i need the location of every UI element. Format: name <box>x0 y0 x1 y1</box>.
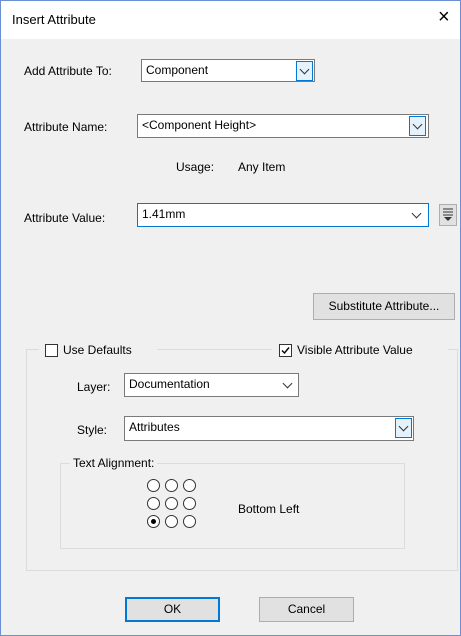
add-attribute-to-select[interactable]: Component <box>141 59 315 82</box>
list-options-icon <box>443 208 453 221</box>
checkmark-icon <box>281 347 290 355</box>
chevron-down-icon <box>412 119 423 130</box>
alignment-radio-middle-left[interactable] <box>147 497 160 510</box>
add-attribute-to-label: Add Attribute To: <box>24 64 112 78</box>
alignment-radio-middle-center[interactable] <box>165 497 178 510</box>
title-bar: Insert Attribute × <box>1 1 460 39</box>
text-alignment-legend-bg: Text Alignment: <box>70 456 158 472</box>
attribute-value-options-button[interactable] <box>439 204 457 226</box>
alignment-radio-bottom-left[interactable] <box>147 515 160 528</box>
alignment-radio-top-left[interactable] <box>147 479 160 492</box>
layer-select[interactable]: Documentation <box>124 373 299 397</box>
dialog-title: Insert Attribute <box>12 12 96 27</box>
substitute-attribute-button[interactable]: Substitute Attribute... <box>313 293 455 320</box>
alignment-radio-bottom-center[interactable] <box>165 515 178 528</box>
ok-button[interactable]: OK <box>125 597 220 622</box>
alignment-radio-top-right[interactable] <box>183 479 196 492</box>
chevron-down-icon[interactable] <box>411 208 422 219</box>
radio-selected-dot <box>151 519 156 524</box>
cancel-button[interactable]: Cancel <box>259 597 354 622</box>
chevron-down-icon <box>282 378 293 389</box>
text-alignment-group <box>60 463 405 549</box>
layer-label: Layer: <box>77 380 111 394</box>
layer-value: Documentation <box>129 377 210 391</box>
chevron-down-icon <box>398 421 409 432</box>
attribute-name-dropdown-button[interactable] <box>409 116 426 136</box>
add-attribute-to-value: Component <box>146 63 209 77</box>
usage-value: Any Item <box>238 160 286 174</box>
alignment-radio-middle-right[interactable] <box>183 497 196 510</box>
style-select[interactable]: Attributes <box>124 416 414 441</box>
insert-attribute-dialog: Insert Attribute × Add Attribute To: Com… <box>0 0 461 636</box>
chevron-down-icon <box>299 64 310 75</box>
style-dropdown-button[interactable] <box>395 418 412 438</box>
attribute-name-value: <Component Height> <box>142 118 257 132</box>
add-attribute-to-label-text: Add Attribute To: <box>24 64 112 78</box>
style-value: Attributes <box>129 420 180 434</box>
alignment-radio-top-center[interactable] <box>165 479 178 492</box>
use-defaults-checkbox[interactable] <box>45 344 58 357</box>
use-defaults-label: Use Defaults <box>63 343 132 357</box>
visible-attribute-value-checkbox[interactable] <box>279 344 292 357</box>
attribute-value-combo[interactable]: 1.41mm <box>137 203 429 227</box>
style-label: Style: <box>77 423 108 437</box>
attribute-value-label: Attribute Value: <box>24 211 106 225</box>
attribute-name-label: Attribute Name: <box>24 120 108 134</box>
text-alignment-selected-label: Bottom Left <box>238 502 300 516</box>
text-alignment-legend: Text Alignment: <box>73 456 155 470</box>
alignment-radio-bottom-right[interactable] <box>183 515 196 528</box>
usage-label: Usage: <box>176 160 215 174</box>
close-icon[interactable]: × <box>438 7 450 27</box>
attribute-value-value: 1.41mm <box>142 207 186 221</box>
visible-attribute-value-label: Visible Attribute Value <box>297 343 413 357</box>
attribute-name-select[interactable]: <Component Height> <box>137 114 429 138</box>
add-attribute-to-dropdown-button[interactable] <box>296 61 313 81</box>
